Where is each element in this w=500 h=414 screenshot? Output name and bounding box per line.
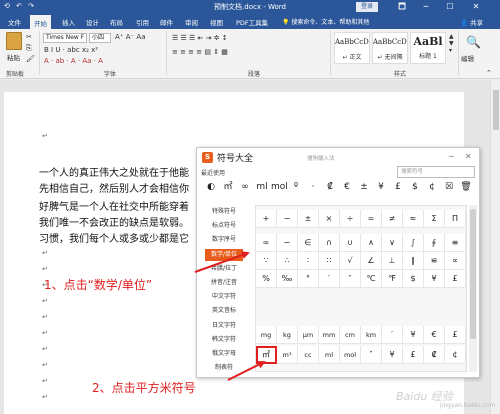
- arrow-to-category: [194, 251, 250, 273]
- arrow-to-symbol: [227, 361, 266, 381]
- annotation-arrows: [194, 251, 266, 381]
- watermark-url: jingyan.baidu.com: [440, 402, 496, 409]
- step1-annotation: 1、点击“数学/单位”: [44, 278, 153, 292]
- word-window: ⟲ ↶ ↷ 预制文档.docx - Word 登录 🗖 ─ ☐ ✕ 文件 开始 …: [0, 0, 500, 414]
- step2-annotation: 2、点击平方米符号: [92, 381, 196, 395]
